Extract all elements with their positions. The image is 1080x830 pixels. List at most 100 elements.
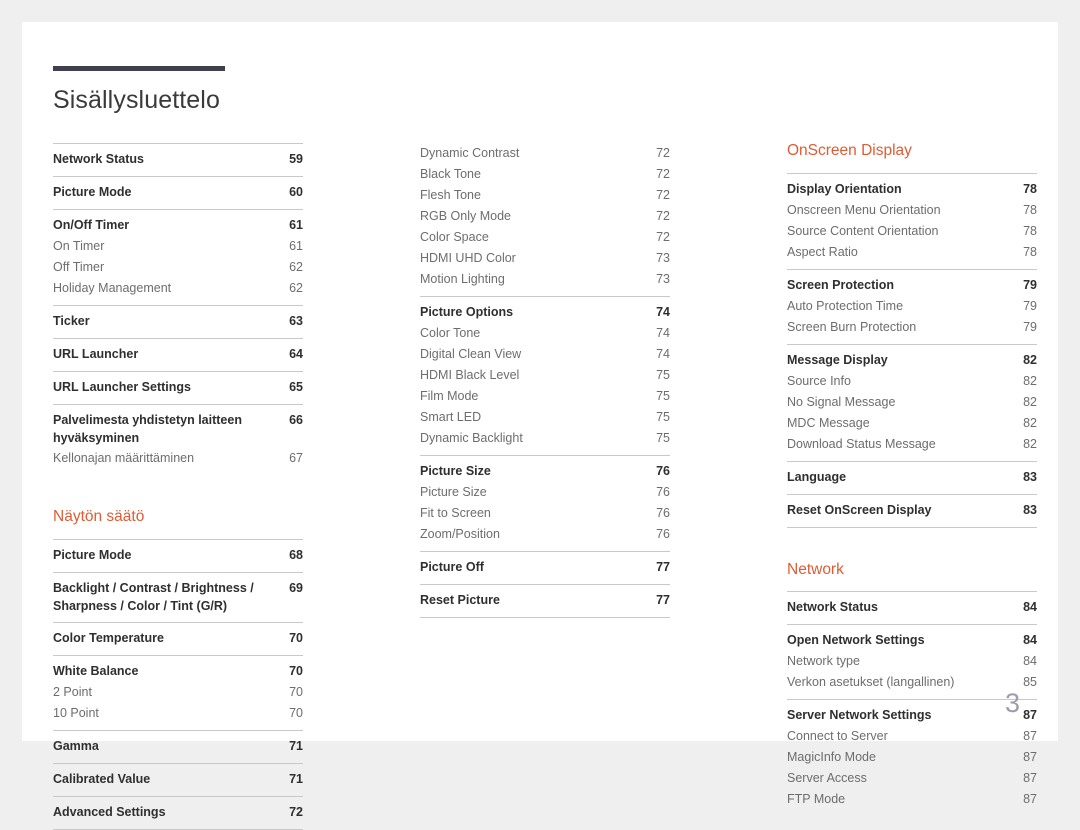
toc-entry-label: 10 Point <box>53 705 99 720</box>
toc-subentry[interactable]: Source Content Orientation 78 <box>787 221 1037 242</box>
toc-entry[interactable]: Palvelimesta yhdistetyn laitteen hyväksy… <box>53 410 303 448</box>
toc-subentry[interactable]: Aspect Ratio 78 <box>787 242 1037 263</box>
toc-subentry[interactable]: Off Timer 62 <box>53 257 303 278</box>
toc-entry-page: 76 <box>656 527 670 541</box>
toc-subentry[interactable]: HDMI UHD Color 73 <box>420 248 670 269</box>
toc-subentry[interactable]: 10 Point 70 <box>53 703 303 724</box>
toc-entry[interactable]: Color Temperature 70 <box>53 628 303 649</box>
toc-entry[interactable]: Display Orientation 78 <box>787 179 1037 200</box>
toc-entry-page: 72 <box>656 167 670 181</box>
toc-subentry[interactable]: Onscreen Menu Orientation 78 <box>787 200 1037 221</box>
toc-subentry[interactable]: On Timer 61 <box>53 236 303 257</box>
toc-subentry[interactable]: Download Status Message 82 <box>787 434 1037 455</box>
toc-entry-label: Dynamic Backlight <box>420 431 523 445</box>
toc-entry-label: No Signal Message <box>787 394 896 409</box>
toc-entry-page: 66 <box>289 413 303 427</box>
toc-entry[interactable]: Language 83 <box>787 467 1037 488</box>
toc-entry-label: Connect to Server <box>787 729 888 743</box>
toc-subentry[interactable]: Source Info 82 <box>787 371 1037 392</box>
toc-entry[interactable]: URL Launcher 64 <box>53 344 303 365</box>
toc-subentry[interactable]: No Signal Message 82 <box>787 392 1037 413</box>
toc-entry[interactable]: Picture Mode 68 <box>53 545 303 566</box>
toc-entry-label: Fit to Screen <box>420 506 491 520</box>
toc-entry-label: Ticker <box>53 314 90 328</box>
toc-subentry[interactable]: 2 Point 70 <box>53 682 303 703</box>
toc-entry[interactable]: Open Network Settings 84 <box>787 630 1037 651</box>
toc-entry-page: 61 <box>289 218 303 232</box>
toc-entry-label: Film Mode <box>420 389 479 403</box>
toc-entry[interactable]: Picture Options 74 <box>420 302 670 323</box>
toc-entry-page: 76 <box>656 485 670 499</box>
toc-subentry[interactable]: Color Space 72 <box>420 227 670 248</box>
toc-entry[interactable]: Ticker 63 <box>53 311 303 332</box>
toc-entry[interactable]: Gamma 71 <box>53 736 303 757</box>
toc-subentry[interactable]: Film Mode 75 <box>420 386 670 407</box>
toc-group: Dynamic Contrast 72 Black Tone 72 Flesh Tone… <box>420 143 670 296</box>
toc-group: Screen Protection 79 Auto Protection Time 7… <box>787 268 1037 344</box>
toc-entry[interactable]: Screen Protection 79 <box>787 275 1037 296</box>
toc-entry[interactable]: White Balance 70 <box>53 661 303 682</box>
toc-subentry[interactable]: Dynamic Contrast 72 <box>420 143 670 164</box>
toc-subentry[interactable]: Network type 84 <box>787 651 1037 672</box>
toc-entry-label: Onscreen Menu Orientation <box>787 202 941 217</box>
toc-group: Advanced Settings 72 <box>53 795 303 830</box>
toc-subentry[interactable]: Flesh Tone 72 <box>420 185 670 206</box>
toc-entry-label: Gamma <box>53 738 99 753</box>
toc-entry-page: 82 <box>1023 373 1037 388</box>
page-title: Sisällysluettelo <box>53 86 220 114</box>
toc-entry[interactable]: Server Network Settings 87 <box>787 705 1037 726</box>
toc-subentry[interactable]: MDC Message 82 <box>787 413 1037 434</box>
toc-entry-label: Picture Mode <box>53 547 132 562</box>
toc-entry-page: 63 <box>289 314 303 328</box>
toc-entry-page: 87 <box>1023 729 1037 743</box>
column-right: OnScreen Display Display Orientation 78 Ons… <box>787 143 1037 830</box>
toc-entry-page: 72 <box>656 209 670 223</box>
toc-entry[interactable]: Reset OnScreen Display 83 <box>787 500 1037 521</box>
toc-subentry[interactable]: Motion Lighting 73 <box>420 269 670 290</box>
toc-subentry[interactable]: Zoom/Position 76 <box>420 524 670 545</box>
toc-subentry[interactable]: Smart LED 75 <box>420 407 670 428</box>
toc-subentry[interactable]: Digital Clean View 74 <box>420 344 670 365</box>
toc-entry-page: 74 <box>656 326 670 340</box>
toc-subentry[interactable]: Verkon asetukset (langallinen) 85 <box>787 672 1037 693</box>
toc-subentry[interactable]: Color Tone 74 <box>420 323 670 344</box>
toc-entry-label: Download Status Message <box>787 436 936 451</box>
toc-subentry[interactable]: Fit to Screen 76 <box>420 503 670 524</box>
toc-subentry[interactable]: Kellonajan määrittäminen 67 <box>53 448 303 469</box>
toc-entry[interactable]: Calibrated Value 71 <box>53 769 303 790</box>
toc-entry[interactable]: Picture Off 77 <box>420 557 670 578</box>
toc-entry[interactable]: Network Status 84 <box>787 597 1037 618</box>
toc-entry[interactable]: Reset Picture 77 <box>420 590 670 611</box>
toc-entry-label: Server Network Settings <box>787 708 932 722</box>
toc-entry-page: 62 <box>289 260 303 274</box>
toc-subentry[interactable]: Screen Burn Protection 79 <box>787 317 1037 338</box>
toc-group: Color Temperature 70 <box>53 621 303 655</box>
toc-subentry[interactable]: RGB Only Mode 72 <box>420 206 670 227</box>
toc-entry[interactable]: Picture Mode 60 <box>53 182 303 203</box>
toc-entry[interactable]: Picture Size 76 <box>420 461 670 482</box>
toc-entry-label: On Timer <box>53 239 105 253</box>
toc-entry-label: Flesh Tone <box>420 188 481 202</box>
toc-group: Picture Off 77 <box>420 551 670 584</box>
toc-entry-label: Server Access <box>787 771 867 785</box>
toc-entry-label: FTP Mode <box>787 792 846 806</box>
toc-subentry[interactable]: Connect to Server 87 <box>787 726 1037 747</box>
toc-subentry[interactable]: Auto Protection Time 79 <box>787 296 1037 317</box>
toc-entry[interactable]: URL Launcher Settings 65 <box>53 377 303 398</box>
toc-entry[interactable]: Advanced Settings 72 <box>53 802 303 823</box>
toc-group: Backlight / Contrast / Brightness / Shar… <box>53 571 303 622</box>
toc-subentry[interactable]: Server Access 87 <box>787 768 1037 789</box>
toc-entry[interactable]: On/Off Timer 61 <box>53 215 303 236</box>
toc-entry[interactable]: Backlight / Contrast / Brightness / Shar… <box>53 578 303 616</box>
toc-subentry[interactable]: MagicInfo Mode 87 <box>787 747 1037 768</box>
toc-subentry[interactable]: Dynamic Backlight 75 <box>420 428 670 449</box>
toc-subentry[interactable]: HDMI Black Level 75 <box>420 365 670 386</box>
toc-subentry[interactable]: Holiday Management 62 <box>53 278 303 299</box>
toc-subentry[interactable]: FTP Mode 87 <box>787 789 1037 810</box>
toc-subentry[interactable]: Picture Size 76 <box>420 482 670 503</box>
toc-entry[interactable]: Network Status 59 <box>53 149 303 170</box>
toc-subentry[interactable]: Black Tone 72 <box>420 164 670 185</box>
title-underline-rule <box>53 66 225 71</box>
toc-entry-page: 70 <box>289 705 303 720</box>
toc-entry[interactable]: Message Display 82 <box>787 350 1037 371</box>
